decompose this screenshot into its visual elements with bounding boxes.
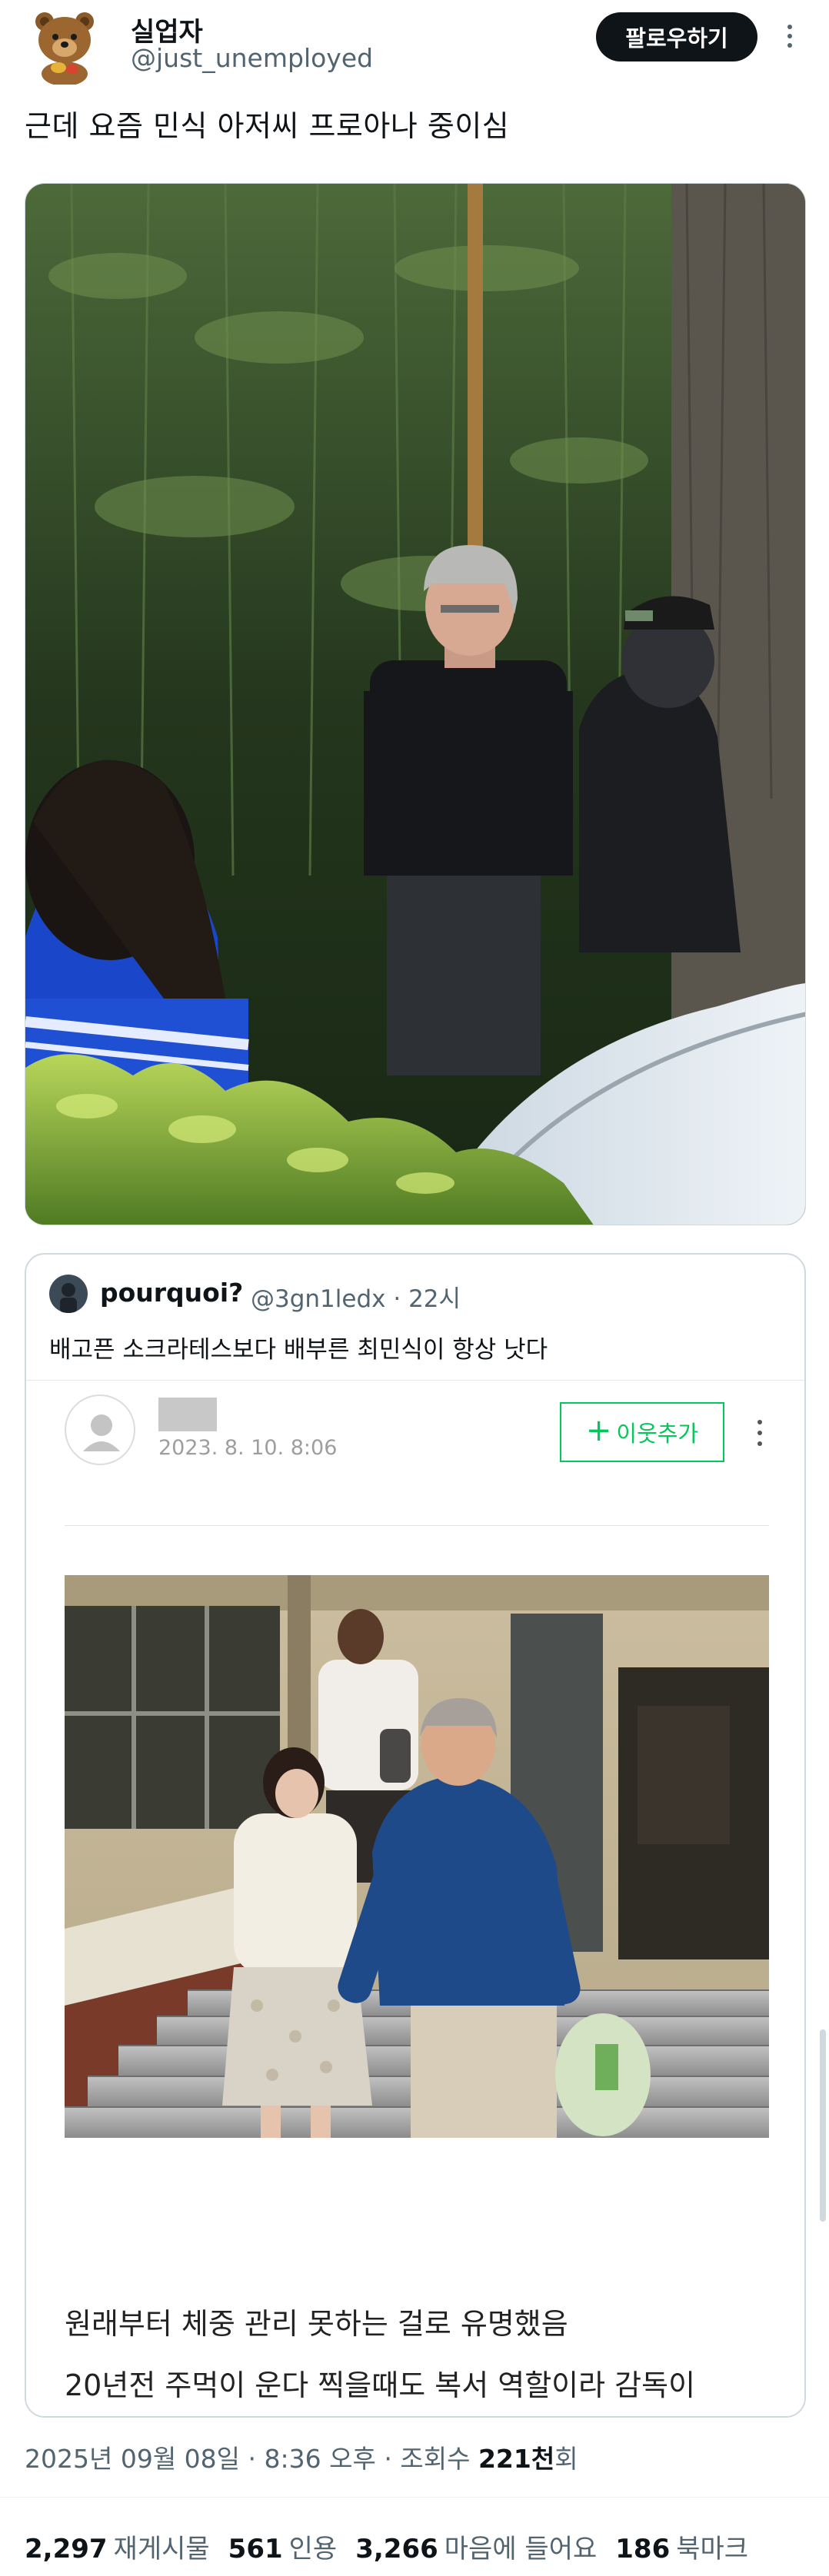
quote-text: 배고픈 소크라테스보다 배부른 최민식이 항상 낫다: [49, 1336, 548, 1364]
default-user-icon: [83, 1414, 120, 1451]
likes-count: 3,266: [355, 2534, 438, 2564]
follow-button[interactable]: 팔로우하기: [596, 12, 757, 61]
blog-more-icon: [752, 1411, 767, 1454]
meta-dot: ·: [384, 2444, 392, 2474]
likes-label: 마음에 들어요: [444, 2534, 598, 2564]
plus-icon: +: [585, 1413, 612, 1448]
tweet-photo[interactable]: [25, 183, 806, 1225]
blog-text-line-1: 원래부터 체중 관리 못하는 걸로 유명했음: [65, 2307, 568, 2341]
likes-stat[interactable]: 3,266 마음에 들어요: [355, 2528, 597, 2565]
quote-time[interactable]: 22시: [408, 1285, 461, 1313]
blog-profile-icon: [65, 1394, 135, 1465]
views-label: 조회수: [400, 2444, 471, 2474]
author-handle[interactable]: @just_unemployed: [131, 43, 373, 73]
photo-man-in-garden: [25, 184, 805, 1225]
blog-text-line-2: 20년전 주먹이 운다 찍을때도 복서 역할이라 감독이: [65, 2368, 696, 2402]
bookmarks-count: 186: [615, 2534, 671, 2564]
add-neighbor-button: + 이웃추가: [560, 1402, 724, 1462]
retweets-count: 2,297: [25, 2534, 108, 2564]
retweets-label: 재게시물: [113, 2534, 210, 2564]
person-avatar-icon: [49, 1275, 88, 1313]
quote-author-avatar[interactable]: [49, 1275, 88, 1313]
blog-post-date: 2023. 8. 10. 8:06: [158, 1436, 338, 1460]
author-avatar[interactable]: [28, 5, 102, 86]
scrollbar[interactable]: [820, 2029, 826, 2222]
blog-divider: [65, 1525, 769, 1526]
views-count: 221천: [478, 2444, 555, 2474]
quoted-blog-screenshot: 2023. 8. 10. 8:06 + 이웃추가 원래부터 체중 관리 못하는 …: [26, 1380, 804, 2416]
tweet-time[interactable]: 8:36 오후: [265, 2444, 376, 2474]
quoted-tweet[interactable]: pourquoi? @3gn1ledx · 22시 배고픈 소크라테스보다 배부…: [25, 1253, 806, 2418]
views-suffix: 회: [554, 2444, 578, 2474]
quote-author-name[interactable]: pourquoi?: [100, 1278, 243, 1308]
bookmarks-stat[interactable]: 186 북마크: [615, 2528, 748, 2565]
blurred-blog-name: [158, 1398, 217, 1431]
divider: [0, 2497, 829, 2498]
meta-dot: ·: [393, 1285, 401, 1313]
tweet-date[interactable]: 2025년 09월 08일: [25, 2444, 240, 2474]
quotes-stat[interactable]: 561 인용: [228, 2528, 338, 2565]
bookmarks-label: 북마크: [676, 2534, 749, 2564]
engagement-stats: 2,297 재게시물 561 인용 3,266 마음에 들어요 186 북마크: [25, 2528, 748, 2565]
retweets-stat[interactable]: 2,297 재게시물: [25, 2528, 210, 2565]
more-options-icon[interactable]: [778, 17, 801, 55]
blog-photo: [65, 1575, 769, 2138]
quotes-label: 인용: [288, 2534, 338, 2564]
tweet-meta: 2025년 09월 08일 · 8:36 오후 · 조회수 221천회: [25, 2438, 578, 2475]
quote-author-handle[interactable]: @3gn1ledx: [251, 1285, 385, 1313]
tweet-header: 실업자 @just_unemployed 팔로우하기: [0, 0, 829, 92]
meta-dot: ·: [248, 2444, 257, 2474]
quotes-count: 561: [228, 2534, 283, 2564]
photo-couple-on-stairs: [65, 1575, 769, 2138]
bear-avatar-icon: [35, 12, 94, 86]
quote-author-meta: @3gn1ledx · 22시: [251, 1279, 461, 1314]
tweet-text: 근데 요즘 민식 아저씨 프로아나 중이심: [25, 109, 510, 143]
add-neighbor-label: 이웃추가: [616, 1421, 699, 1447]
